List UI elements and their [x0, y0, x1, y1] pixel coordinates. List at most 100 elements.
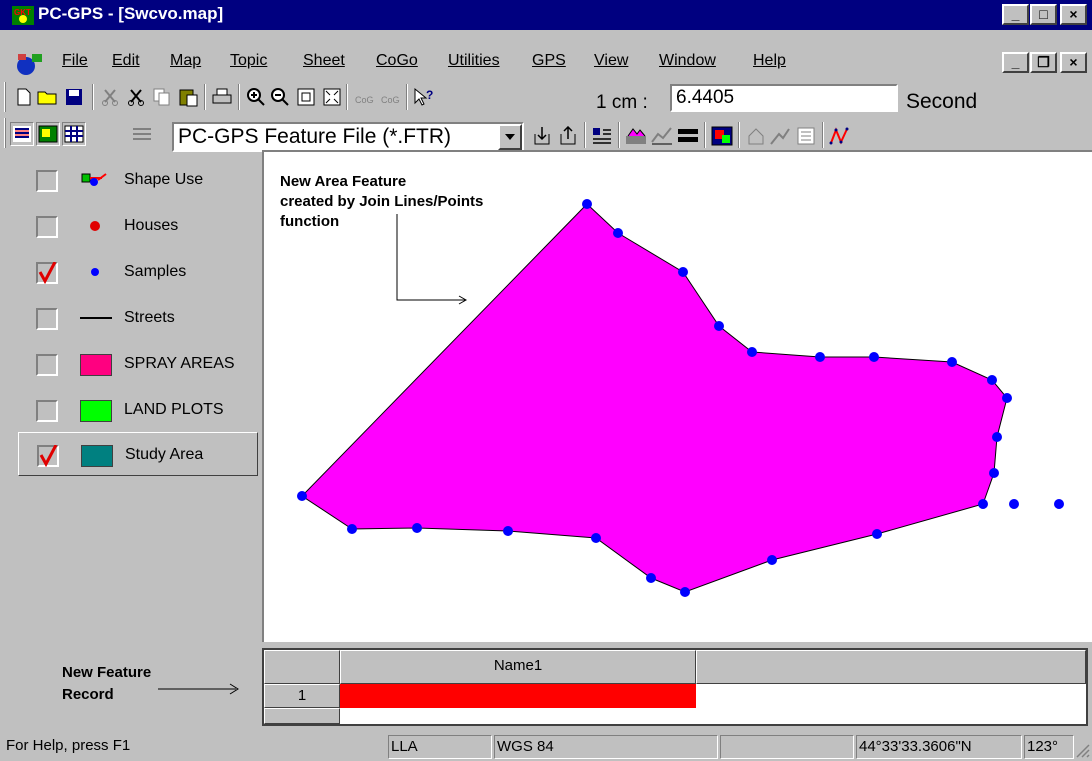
layer-row-shape-use[interactable]: Shape Use	[18, 158, 258, 202]
profile-icon[interactable]	[650, 124, 674, 148]
record-note-line: New Feature	[62, 664, 152, 681]
status-help: For Help, press F1	[6, 737, 131, 754]
layer-row-land-plots[interactable]: LAND PLOTS	[18, 388, 258, 432]
zoom-window-icon[interactable]	[294, 85, 318, 109]
checkmark-icon	[39, 445, 58, 467]
toolbar-separator	[204, 84, 206, 110]
cut-icon[interactable]	[124, 85, 148, 109]
attributes-icon[interactable]	[590, 124, 614, 148]
menu-help[interactable]: Help	[753, 52, 786, 70]
layer-label: Study Area	[125, 446, 204, 463]
layer-list-icon[interactable]	[10, 122, 34, 146]
dropdown-arrow-icon[interactable]	[498, 124, 522, 150]
draw-disabled-icon[interactable]	[768, 124, 792, 148]
cogo2-disabled-icon[interactable]: CoGo	[378, 85, 402, 109]
house-disabled-icon[interactable]	[744, 124, 768, 148]
attribute-grid[interactable]: Name1 1	[262, 648, 1088, 726]
layer-row-streets[interactable]: Streets	[18, 296, 258, 340]
annotation-line: New Area Feature	[280, 173, 407, 190]
layer-checkbox[interactable]	[36, 262, 58, 284]
layer-checkbox[interactable]	[36, 354, 58, 376]
close-button[interactable]: ×	[1060, 4, 1087, 25]
maximize-button[interactable]: □	[1030, 4, 1057, 25]
join-lines-icon[interactable]	[828, 124, 852, 148]
menu-utilities[interactable]: Utilities	[448, 52, 500, 70]
svg-text:CoGo: CoGo	[355, 95, 374, 105]
layer-row-samples[interactable]: Samples	[18, 250, 258, 294]
menu-sheet[interactable]: Sheet	[303, 52, 345, 70]
file-type-select[interactable]: PC-GPS Feature File (*.FTR)	[172, 122, 524, 152]
menu-topic[interactable]: Topic	[230, 52, 267, 70]
zoom-out-icon[interactable]	[268, 85, 292, 109]
menu-map[interactable]: Map	[170, 52, 201, 70]
list-icon[interactable]	[130, 122, 154, 146]
export-icon[interactable]	[556, 124, 580, 148]
doc-close-button[interactable]: ×	[1060, 52, 1087, 73]
shape-use-icon	[81, 173, 107, 186]
image-icon[interactable]	[710, 124, 734, 148]
menu-cogo[interactable]: CoGo	[376, 52, 418, 70]
cogo-disabled-icon[interactable]: CoGo	[352, 85, 376, 109]
zoom-extents-icon[interactable]	[320, 85, 344, 109]
grid-corner[interactable]	[264, 650, 340, 684]
menu-view[interactable]: View	[594, 52, 628, 70]
save-icon[interactable]	[62, 85, 86, 109]
print-icon[interactable]	[210, 85, 234, 109]
layer-checkbox[interactable]	[36, 308, 58, 330]
row-header[interactable]: 1	[264, 684, 340, 708]
import-icon[interactable]	[530, 124, 554, 148]
menu-file[interactable]: File	[62, 52, 88, 70]
edit-feature-icon[interactable]	[624, 124, 648, 148]
toolbar-grip	[4, 118, 6, 148]
new-icon[interactable]	[12, 85, 36, 109]
record-note: New Feature Record	[62, 662, 151, 706]
map-document-icon[interactable]	[14, 50, 46, 78]
paste-icon[interactable]	[176, 85, 200, 109]
checkmark-icon	[38, 262, 57, 284]
zoom-in-icon[interactable]	[244, 85, 268, 109]
open-folder-icon[interactable]	[36, 85, 60, 109]
cut-disabled-icon[interactable]	[98, 85, 122, 109]
layer-checkbox[interactable]	[36, 400, 58, 422]
layer-checkbox[interactable]	[37, 445, 59, 467]
minimize-button[interactable]: _	[1002, 4, 1029, 25]
report-disabled-icon[interactable]	[794, 124, 818, 148]
status-coord-system: LLA	[388, 735, 492, 759]
layer-row-houses[interactable]: Houses	[18, 204, 258, 248]
column-header[interactable]: Name1	[340, 650, 696, 684]
toolbar-separator	[704, 122, 706, 148]
layer-row-study-area[interactable]: Study Area	[18, 432, 258, 476]
status-latitude: 44°33'33.3606"N	[856, 735, 1022, 759]
copy-icon[interactable]	[150, 85, 174, 109]
table-view-icon[interactable]	[62, 122, 86, 146]
layer-row-spray-areas[interactable]: SPRAY AREAS	[18, 342, 258, 386]
window-title: PC-GPS - [Swcvo.map]	[38, 4, 224, 23]
status-datum: WGS 84	[494, 735, 718, 759]
annotation-line: function	[280, 213, 340, 230]
layer-label: Shape Use	[124, 171, 204, 188]
resize-grip-icon[interactable]	[1074, 742, 1090, 758]
layers-icon[interactable]	[676, 124, 700, 148]
doc-restore-button[interactable]: ❐	[1030, 52, 1057, 73]
menu-gps[interactable]: GPS	[532, 52, 566, 70]
layer-checkbox[interactable]	[36, 216, 58, 238]
layer-panel: Shape Use Houses Samples Streets SPRAY A…	[10, 152, 262, 646]
color-swatch	[81, 445, 113, 467]
menu-window[interactable]: Window	[659, 52, 716, 70]
menu-edit[interactable]: Edit	[112, 52, 140, 70]
record-cell[interactable]	[340, 684, 696, 708]
toolbar-separator	[822, 122, 824, 148]
scale-label: 1 cm :	[596, 92, 648, 113]
row-header-empty[interactable]	[264, 708, 340, 724]
annotation-line: created by Join Lines/Points	[280, 193, 484, 210]
map-annotation: New Area Feature created by Join Lines/P…	[280, 172, 483, 232]
layer-checkbox[interactable]	[36, 170, 58, 192]
doc-minimize-button[interactable]: _	[1002, 52, 1029, 73]
color-swatch	[80, 354, 112, 376]
scale-input[interactable]: 6.4405	[670, 84, 898, 112]
context-help-icon[interactable]: ?	[412, 85, 436, 109]
units-label: Second	[906, 90, 978, 113]
map-view-icon[interactable]	[36, 122, 60, 146]
red-dot-icon	[90, 221, 100, 231]
area-feature[interactable]	[301, 203, 1008, 593]
